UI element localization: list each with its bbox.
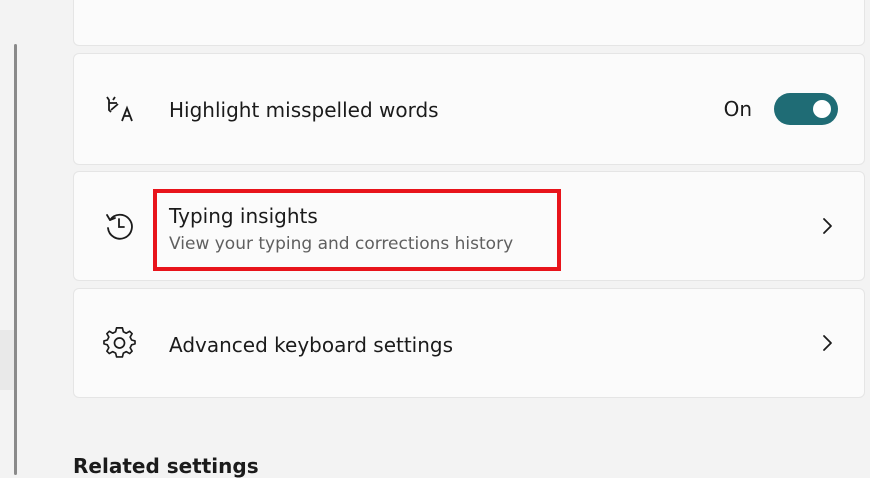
typing-insights-label: Typing insights [169, 204, 318, 228]
related-settings-heading: Related settings [73, 454, 259, 478]
toggle-knob [813, 100, 831, 118]
scrollbar[interactable] [14, 44, 17, 475]
gear-icon [102, 325, 138, 361]
highlight-misspelled-label: Highlight misspelled words [169, 98, 439, 122]
highlight-misspelled-row: Highlight misspelled words On [73, 53, 865, 165]
toggle-state-label: On [723, 97, 752, 121]
typing-insights-description: View your typing and corrections history [169, 234, 514, 254]
settings-card-previous [73, 0, 865, 46]
left-pane-shade [0, 330, 14, 390]
advanced-keyboard-label: Advanced keyboard settings [169, 333, 454, 357]
chevron-right-icon [820, 216, 834, 236]
spellcheck-icon [102, 91, 138, 127]
typing-insights-row[interactable]: Typing insights View your typing and cor… [73, 171, 865, 281]
chevron-right-icon [820, 333, 834, 353]
highlight-misspelled-toggle[interactable] [774, 93, 838, 125]
history-icon [102, 208, 138, 244]
advanced-keyboard-row[interactable]: Advanced keyboard settings [73, 288, 865, 398]
